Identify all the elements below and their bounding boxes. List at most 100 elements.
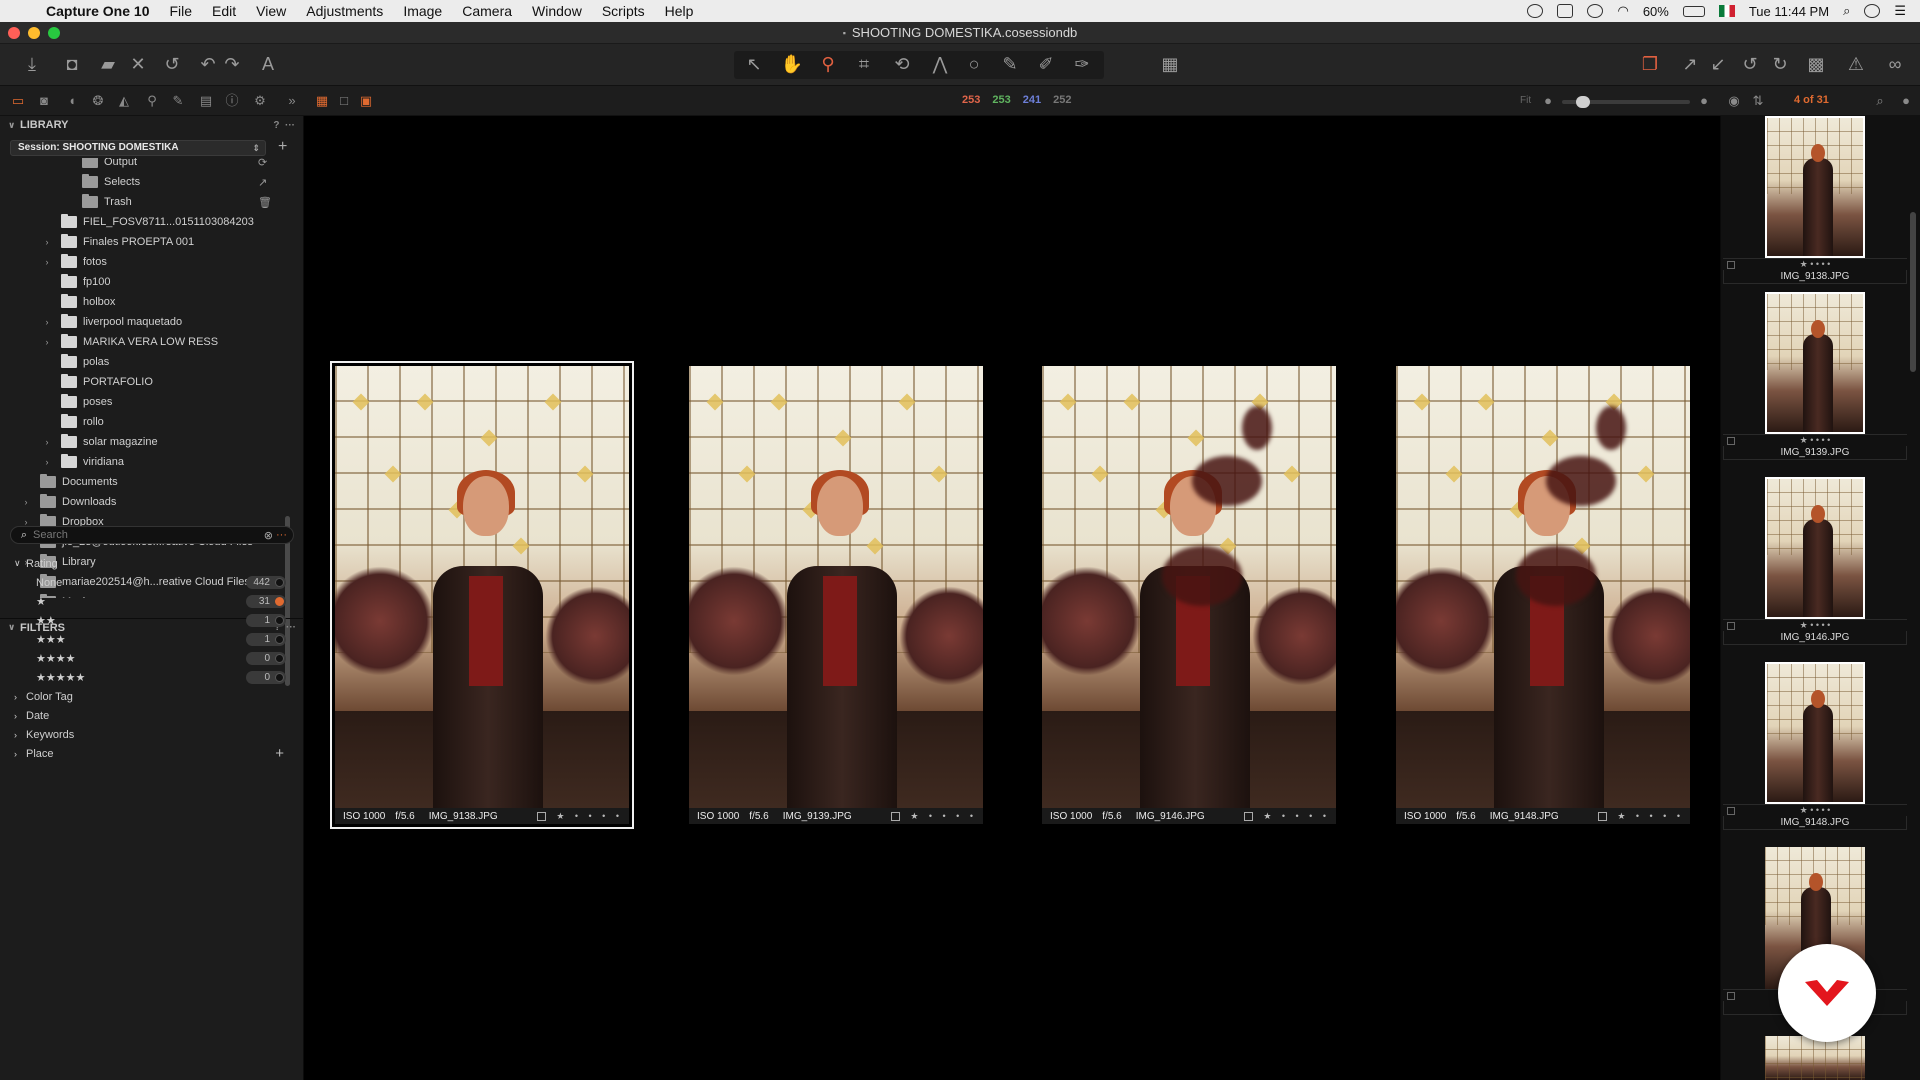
keystone-icon[interactable]: ⋀ xyxy=(928,52,952,76)
filter-group-keywords[interactable]: › Keywords xyxy=(0,725,300,744)
rating-filter-row[interactable]: ★★ 1 xyxy=(0,611,300,630)
menu-view[interactable]: View xyxy=(246,3,296,19)
filters-search[interactable]: ⌕ Search ⊗ ··· xyxy=(10,526,294,544)
viewer-image-card[interactable]: ISO 1000 f/5.6 IMG_9139.JPG ★ • • • • xyxy=(689,366,983,824)
photo[interactable] xyxy=(335,366,629,808)
menu-edit[interactable]: Edit xyxy=(202,3,246,19)
select-checkbox[interactable] xyxy=(537,811,547,821)
library-tree-item[interactable]: polas xyxy=(41,352,109,372)
rating-filter-row[interactable]: None 442 xyxy=(0,573,300,592)
crop-icon[interactable]: ⌗ xyxy=(852,52,876,76)
exposure-tab-icon[interactable]: ◭ xyxy=(116,93,132,109)
sort-icon[interactable]: ⇅ xyxy=(1750,93,1766,109)
creative-cloud-icon[interactable] xyxy=(1587,4,1604,18)
thumbnail-checkbox[interactable] xyxy=(1727,622,1735,630)
thumbnail-stars[interactable]: ★ • • • • xyxy=(1800,620,1831,630)
rotate-right-icon[interactable]: ↻ xyxy=(1768,52,1792,76)
search-options-icon[interactable]: ··· xyxy=(276,529,287,541)
rating-filter-row[interactable]: ★★★★ 0 xyxy=(0,649,300,668)
session-dropdown[interactable]: Session: SHOOTING DOMESTIKA ⇕ xyxy=(10,140,266,156)
import-icon[interactable]: ⤓ xyxy=(20,52,44,76)
rating-count-badge[interactable]: 31 xyxy=(246,595,286,608)
pan-hand-icon[interactable]: ✋ xyxy=(780,52,804,76)
rating-toggle-dot[interactable] xyxy=(275,578,284,587)
select-checkbox[interactable] xyxy=(1244,811,1254,821)
library-tree-item[interactable]: rollo xyxy=(41,412,104,432)
library-tree-item[interactable]: › viridiana xyxy=(41,452,124,472)
thumbnail-stars[interactable]: ★ • • • • xyxy=(1800,435,1831,445)
expand-chevron-icon[interactable]: › xyxy=(41,257,53,267)
notification-center-icon[interactable]: ☰ xyxy=(1894,3,1906,19)
selects-icon[interactable]: ↗ xyxy=(258,172,267,192)
thumbnail-size-slider[interactable] xyxy=(1562,96,1690,108)
undo-icon[interactable]: ↶ xyxy=(196,52,220,76)
photo[interactable] xyxy=(689,366,983,808)
thumbnail-checkbox[interactable] xyxy=(1727,807,1735,815)
select-checkbox[interactable] xyxy=(891,811,901,821)
proof-glasses-icon[interactable]: ∞ xyxy=(1880,52,1910,76)
library-tab-icon[interactable]: ▭ xyxy=(10,93,26,109)
wifi-icon[interactable]: ◠ xyxy=(1617,3,1628,19)
slider-knob[interactable] xyxy=(1576,96,1590,108)
browser-thumbnail[interactable] xyxy=(1765,477,1865,619)
display-icon[interactable] xyxy=(1557,4,1574,18)
viewer-image-card[interactable]: ISO 1000 f/5.6 IMG_9146.JPG ★ • • • • xyxy=(1042,366,1336,824)
rating-toggle-dot[interactable] xyxy=(275,673,284,682)
expand-chevron-icon[interactable]: › xyxy=(20,497,32,507)
viewer-image-card[interactable]: ISO 1000 f/5.6 IMG_9148.JPG ★ • • • • xyxy=(1396,366,1690,824)
zoom-window-button[interactable] xyxy=(48,27,60,39)
library-tree-item[interactable]: Output xyxy=(62,158,137,172)
library-tree-item[interactable]: Selects xyxy=(62,172,140,192)
camera-capture-icon[interactable]: ◘ xyxy=(60,52,84,76)
thumbnail-checkbox[interactable] xyxy=(1727,261,1735,269)
rotate-left-icon[interactable]: ↺ xyxy=(1738,52,1762,76)
picker-icon[interactable]: ✎ xyxy=(998,52,1022,76)
expand-chevron-icon[interactable]: › xyxy=(41,237,53,247)
rating-filter-row[interactable]: ★★★★★ 0 xyxy=(0,668,300,687)
library-help-menu[interactable]: ? ··· xyxy=(273,120,295,131)
text-tool-icon[interactable]: A xyxy=(256,52,280,76)
rating-count-badge[interactable]: 0 xyxy=(246,652,286,665)
rating-toggle-dot[interactable] xyxy=(275,654,284,663)
rating-count-badge[interactable]: 442 xyxy=(246,576,286,589)
star-rating[interactable]: ★ • • • • xyxy=(1617,811,1690,822)
expand-chevron-icon[interactable]: › xyxy=(41,337,53,347)
library-tree-item[interactable]: holbox xyxy=(41,292,115,312)
photo[interactable] xyxy=(1042,366,1336,808)
star-rating[interactable]: ★ • • • • xyxy=(556,811,629,822)
image-viewer[interactable]: ISO 1000 f/5.6 IMG_9138.JPG ★ • • • • ISO 10… xyxy=(305,116,1719,1080)
more-tabs-icon[interactable]: » xyxy=(284,93,300,109)
flag-icon[interactable] xyxy=(1718,5,1735,17)
add-collection-icon[interactable]: + xyxy=(278,138,287,156)
minimize-window-button[interactable] xyxy=(28,27,40,39)
batch-tab-icon[interactable]: ⚙ xyxy=(252,93,268,109)
menu-file[interactable]: File xyxy=(159,3,202,19)
rating-count-badge[interactable]: 1 xyxy=(246,633,286,646)
library-tree-item[interactable]: › Downloads xyxy=(20,492,116,512)
local-adjustments-tab-icon[interactable]: ✎ xyxy=(170,93,186,109)
search-browser-icon[interactable]: ⌕ xyxy=(1872,93,1888,109)
menu-scripts[interactable]: Scripts xyxy=(592,3,655,19)
menu-image[interactable]: Image xyxy=(393,3,452,19)
filter-group-color-tag[interactable]: › Color Tag xyxy=(0,687,300,706)
rating-count-badge[interactable]: 0 xyxy=(246,671,286,684)
filter-group-date[interactable]: › Date xyxy=(0,706,300,725)
siri-icon[interactable] xyxy=(1864,4,1881,18)
spot-removal-icon[interactable]: ○ xyxy=(962,52,986,76)
user-icon[interactable]: ● xyxy=(1898,93,1914,109)
redo-icon[interactable]: ↷ xyxy=(220,52,244,76)
star-rating[interactable]: ★ • • • • xyxy=(1263,811,1336,822)
thumbnail-checkbox[interactable] xyxy=(1727,437,1735,445)
library-tree-item[interactable]: › liverpool maquetado xyxy=(41,312,182,332)
apply-adjustments-icon[interactable]: ↙ xyxy=(1706,52,1730,76)
expand-chevron-icon[interactable]: › xyxy=(41,317,53,327)
rating-filter-row[interactable]: ★ 31 xyxy=(0,592,300,611)
expand-chevron-icon[interactable]: › xyxy=(41,457,53,467)
filter-group-place[interactable]: › Place + xyxy=(0,744,300,763)
fit-label[interactable]: Fit xyxy=(1520,95,1531,106)
add-filter-icon[interactable]: + xyxy=(275,745,284,762)
star-rating[interactable]: ★ • • • • xyxy=(910,811,983,822)
menu-window[interactable]: Window xyxy=(522,3,592,19)
grid-view-icon[interactable]: ▦ xyxy=(314,93,330,109)
browser-thumbnail[interactable] xyxy=(1765,116,1865,258)
